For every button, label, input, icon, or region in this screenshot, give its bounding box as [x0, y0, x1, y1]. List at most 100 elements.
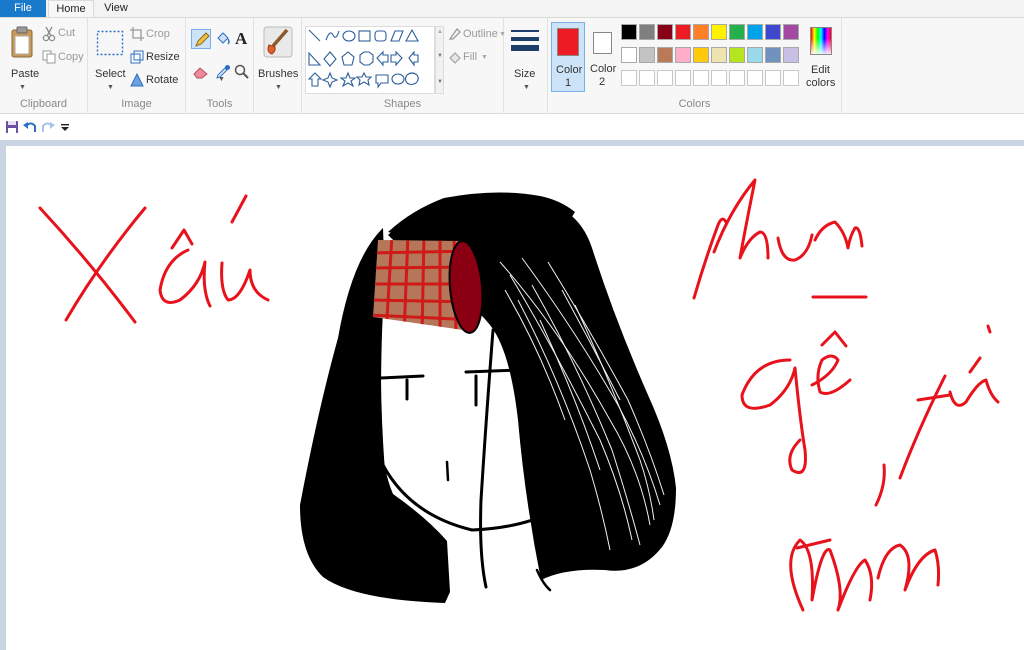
size-button[interactable]: Size ▼: [506, 22, 546, 94]
color1-label: Color: [556, 64, 583, 76]
size-group: Size ▼: [504, 18, 548, 114]
color1-swatch: [557, 28, 579, 56]
shapes-more-icon[interactable]: ▼: [437, 79, 443, 85]
palette-custom-slot[interactable]: [783, 70, 799, 86]
copy-label: Copy: [58, 51, 84, 63]
resize-button[interactable]: Resize: [130, 49, 184, 65]
eraser-icon: [193, 67, 208, 79]
tab-file[interactable]: File: [0, 0, 46, 17]
size-dropdown-icon[interactable]: ▼: [523, 84, 530, 91]
select-label: Select: [95, 68, 126, 80]
pencil-icon: [195, 32, 210, 47]
resize-icon: [130, 50, 144, 64]
tools-group-label: Tools: [206, 98, 233, 110]
fill-tool[interactable]: [213, 29, 233, 49]
fill-dropdown-icon[interactable]: ▼: [481, 54, 488, 61]
outline-icon: [448, 27, 461, 40]
colors-group: Color 1 Color 2 Edit colors Colors: [548, 18, 842, 114]
palette-swatch[interactable]: [675, 47, 691, 63]
palette-swatch[interactable]: [675, 24, 691, 40]
image-group-label: Image: [121, 98, 152, 110]
outline-button[interactable]: Outline ▼: [448, 26, 506, 42]
palette-custom-slot[interactable]: [765, 70, 781, 86]
select-dropdown-icon[interactable]: ▼: [107, 84, 114, 91]
tab-view[interactable]: View: [96, 0, 136, 17]
drawing-svg: [38, 178, 1000, 612]
shapes-group: ▲ ▼ ▼ Outline ▼ Fill ▼ Shapes: [302, 18, 506, 114]
rotate-button[interactable]: Rotate ▼: [130, 72, 225, 88]
palette-swatch[interactable]: [693, 24, 709, 40]
edit-colors-label-line1: Edit: [811, 64, 830, 76]
palette-swatch[interactable]: [621, 24, 637, 40]
palette-custom-slot[interactable]: [711, 70, 727, 86]
eraser-tool[interactable]: [191, 62, 211, 82]
drawing-canvas[interactable]: [6, 146, 1024, 650]
edit-colors-button[interactable]: Edit colors: [804, 22, 840, 94]
fill-icon: [449, 52, 461, 64]
magnifier-icon: [234, 64, 249, 79]
select-button[interactable]: Select ▼: [92, 22, 128, 94]
paste-dropdown-icon[interactable]: ▼: [19, 84, 26, 91]
magnifier-tool[interactable]: [233, 62, 251, 82]
copy-button[interactable]: Copy: [42, 49, 86, 65]
palette-swatch[interactable]: [747, 47, 763, 63]
cut-button[interactable]: Cut: [42, 26, 86, 42]
color1-button[interactable]: Color 1: [551, 22, 585, 92]
colors-group-label: Colors: [678, 98, 711, 110]
palette-swatch[interactable]: [657, 24, 673, 40]
brushes-group: Brushes ▼: [254, 18, 302, 114]
paste-icon: [11, 26, 33, 58]
palette-swatch[interactable]: [783, 24, 799, 40]
palette-swatch[interactable]: [747, 24, 763, 40]
palette-custom-slot[interactable]: [693, 70, 709, 86]
brushes-dropdown-icon[interactable]: ▼: [275, 84, 282, 91]
palette-swatch[interactable]: [729, 24, 745, 40]
copy-icon: [42, 50, 56, 64]
color2-button[interactable]: Color 2: [587, 22, 619, 92]
crop-button[interactable]: Crop: [130, 26, 184, 42]
palette-swatch[interactable]: [711, 47, 727, 63]
palette-swatch[interactable]: [621, 47, 637, 63]
tab-home[interactable]: Home: [48, 0, 94, 18]
palette-custom-slot[interactable]: [639, 70, 655, 86]
clipboard-group: Paste ▼ Cut Copy Clipboard: [0, 18, 88, 114]
palette-swatch[interactable]: [765, 24, 781, 40]
palette-swatch[interactable]: [639, 24, 655, 40]
palette-swatch[interactable]: [711, 24, 727, 40]
shapes-scroll-up-icon[interactable]: ▲: [437, 29, 443, 35]
size-label: Size: [514, 68, 536, 80]
palette-custom-slot[interactable]: [621, 70, 637, 86]
selection-rectangle-icon: [96, 30, 124, 56]
shapes-group-label: Shapes: [383, 98, 422, 110]
color1-number: 1: [565, 77, 572, 89]
palette-custom-slot[interactable]: [747, 70, 763, 86]
paste-button[interactable]: Paste ▼: [4, 22, 40, 94]
shapes-scroll-bar[interactable]: ▲ ▼ ▼: [435, 26, 444, 94]
palette-swatch[interactable]: [639, 47, 655, 63]
eyedropper-icon: [216, 65, 230, 79]
palette-custom-slot[interactable]: [675, 70, 691, 86]
palette-swatch[interactable]: [693, 47, 709, 63]
shapes-gallery[interactable]: [305, 26, 435, 94]
color-picker-tool[interactable]: [213, 62, 233, 82]
undo-button[interactable]: [22, 119, 38, 135]
palette-swatch[interactable]: [657, 47, 673, 63]
pencil-tool[interactable]: [191, 29, 211, 49]
outline-label: Outline: [463, 28, 498, 40]
redo-button[interactable]: [40, 119, 56, 135]
brushes-button[interactable]: Brushes ▼: [256, 22, 300, 94]
text-tool[interactable]: A: [233, 29, 251, 49]
brush-icon: [263, 26, 293, 58]
clipboard-group-label: Clipboard: [19, 98, 68, 110]
save-button[interactable]: [4, 119, 20, 135]
fill-button[interactable]: Fill ▼: [448, 49, 504, 65]
brushes-label: Brushes: [258, 68, 299, 80]
shapes-scroll-down-icon[interactable]: ▼: [437, 53, 443, 59]
palette-swatch[interactable]: [765, 47, 781, 63]
customize-toolbar-button[interactable]: [58, 119, 72, 135]
palette-swatch[interactable]: [729, 47, 745, 63]
palette-custom-slot[interactable]: [657, 70, 673, 86]
tools-group: A Tools: [186, 18, 254, 114]
palette-custom-slot[interactable]: [729, 70, 745, 86]
palette-swatch[interactable]: [783, 47, 799, 63]
